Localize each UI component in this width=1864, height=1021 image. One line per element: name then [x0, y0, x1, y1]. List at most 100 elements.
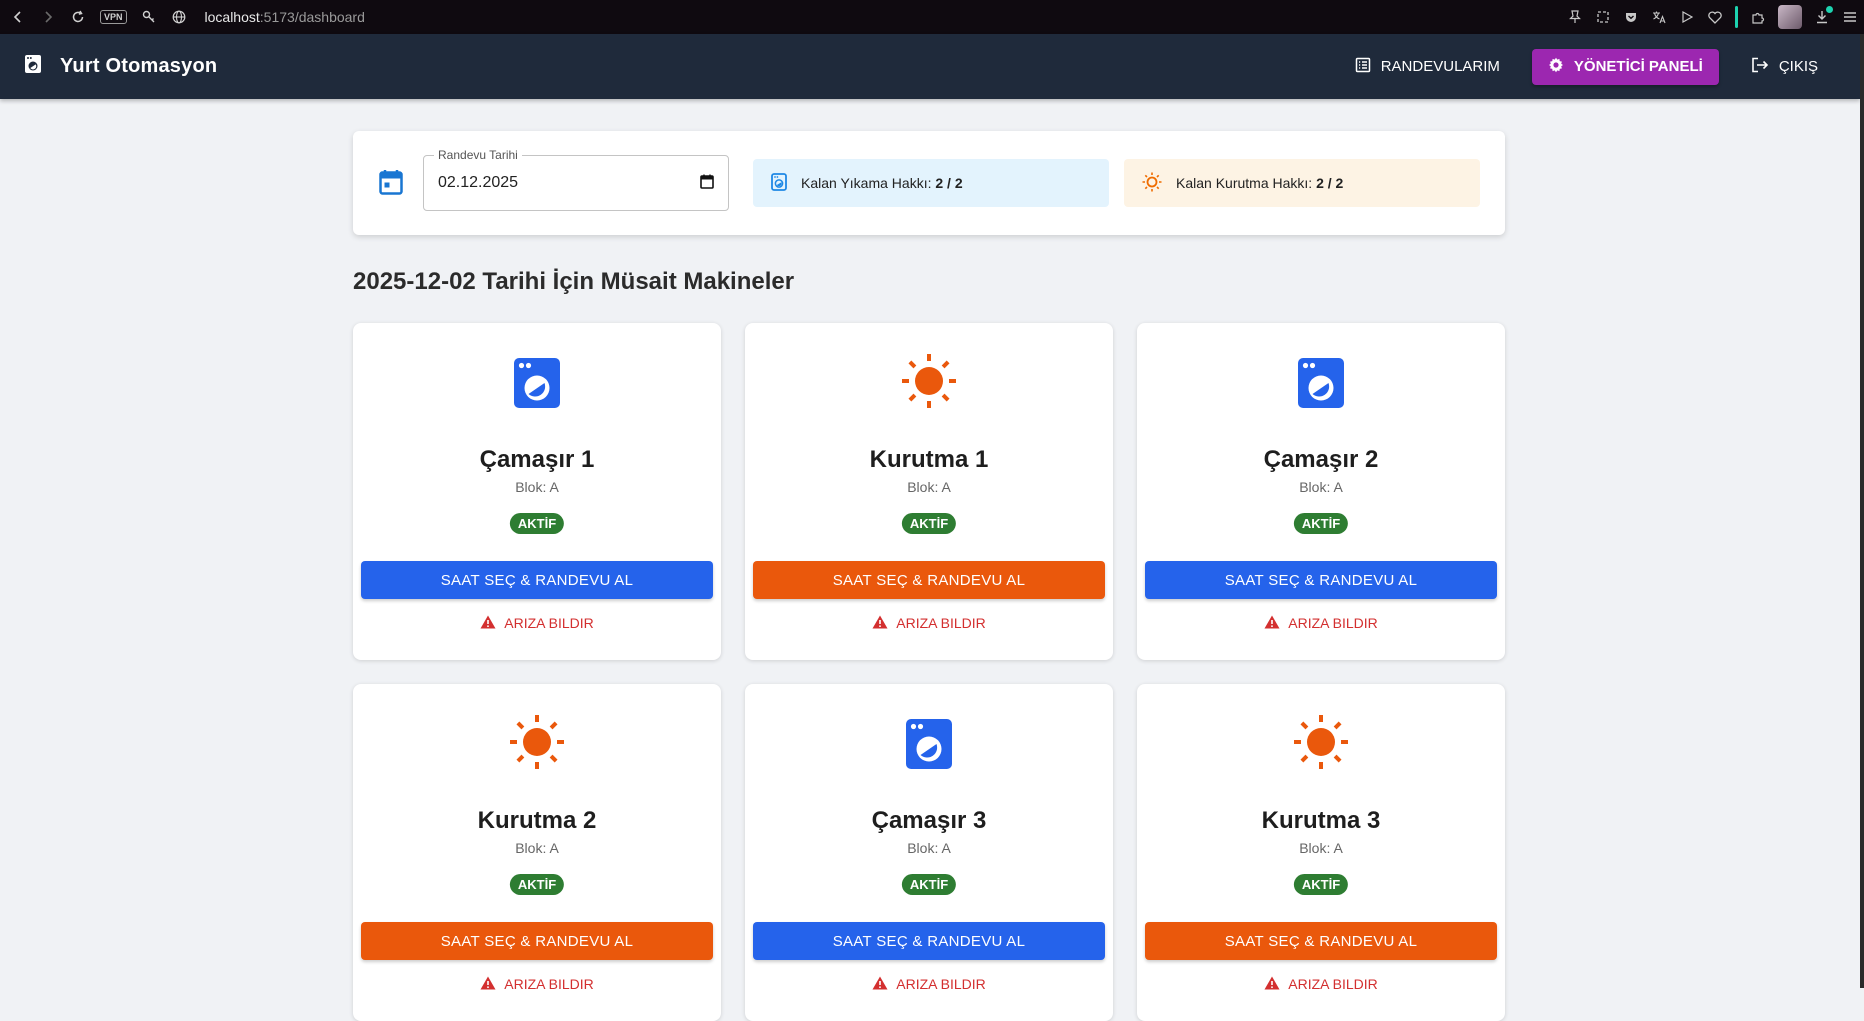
- screenshot-icon[interactable]: [1595, 9, 1611, 25]
- dry-quota: Kalan Kurutma Hakkı: 2 / 2: [1124, 159, 1480, 207]
- profile-avatar[interactable]: [1778, 5, 1802, 29]
- calendar-picker-icon[interactable]: [700, 174, 714, 194]
- brand[interactable]: Yurt Otomasyon: [24, 54, 217, 79]
- warning-icon: [480, 976, 496, 993]
- reload-icon[interactable]: [70, 9, 86, 25]
- globe-icon: [171, 9, 187, 25]
- machine-name: Çamaşır 1: [479, 446, 595, 473]
- book-slot-button[interactable]: SAAT SEÇ & RANDEVU AL: [1145, 561, 1497, 599]
- download-indicator: [1826, 6, 1833, 13]
- machine-icon-slot: [1137, 714, 1505, 778]
- filter-panel: Randevu Tarihi 02.12.2025 Kalan Yıkama H…: [353, 131, 1505, 235]
- machine-card: Çamaşır 1 Blok: A AKTİF SAAT SEÇ & RANDE…: [353, 323, 721, 660]
- machine-name: Çamaşır 3: [871, 807, 987, 834]
- back-icon[interactable]: [10, 9, 26, 25]
- report-fault-button[interactable]: ARIZA BILDIR: [353, 972, 721, 996]
- machine-icon-slot: [745, 353, 1113, 417]
- status-badge: AKTİF: [901, 874, 957, 895]
- machine-name: Kurutma 3: [1261, 807, 1381, 834]
- washing-machine-icon: [771, 172, 787, 194]
- machine-block: Blok: A: [907, 479, 951, 495]
- warning-icon: [480, 615, 496, 632]
- key-icon[interactable]: [141, 9, 157, 25]
- app-bar: Yurt Otomasyon RANDEVULARIM YÖNETİCİ PAN…: [0, 34, 1860, 99]
- admin-panel-label: YÖNETİCİ PANELİ: [1573, 58, 1703, 75]
- book-slot-button[interactable]: SAAT SEÇ & RANDEVU AL: [361, 922, 713, 960]
- report-fault-button[interactable]: ARIZA BILDIR: [745, 972, 1113, 996]
- machine-name: Çamaşır 2: [1263, 446, 1379, 473]
- date-field[interactable]: Randevu Tarihi 02.12.2025: [423, 148, 729, 211]
- book-slot-button[interactable]: SAAT SEÇ & RANDEVU AL: [753, 922, 1105, 960]
- book-slot-button[interactable]: SAAT SEÇ & RANDEVU AL: [753, 561, 1105, 599]
- browser-toolbar: VPN localhost:5173/dashboard: [0, 0, 1864, 34]
- status-badge: AKTİF: [1293, 874, 1349, 895]
- dry-quota-label: Kalan Kurutma Hakkı:: [1176, 175, 1313, 191]
- sun-icon: [1142, 172, 1162, 195]
- appointments-label: RANDEVULARIM: [1380, 58, 1500, 75]
- wash-quota-value: 2 / 2: [935, 175, 963, 191]
- report-fault-label: ARIZA BILDIR: [1288, 615, 1378, 631]
- report-fault-button[interactable]: ARIZA BILDIR: [1137, 972, 1505, 996]
- machine-block: Blok: A: [515, 840, 559, 856]
- wash-quota-text: Kalan Yıkama Hakkı: 2 / 2: [801, 175, 963, 191]
- gear-icon: [1548, 57, 1564, 77]
- section-title: 2025-12-02 Tarihi İçin Müsait Makineler: [353, 268, 795, 295]
- extensions-icon[interactable]: [1750, 9, 1766, 25]
- warning-icon: [1264, 976, 1280, 993]
- address-bar[interactable]: localhost:5173/dashboard: [205, 9, 365, 25]
- appointments-button[interactable]: RANDEVULARIM: [1343, 49, 1512, 85]
- machine-name: Kurutma 2: [477, 807, 597, 834]
- machine-icon-slot: [745, 718, 1113, 782]
- book-slot-button[interactable]: SAAT SEÇ & RANDEVU AL: [1145, 922, 1497, 960]
- report-fault-button[interactable]: ARIZA BILDIR: [1137, 611, 1505, 635]
- washing-machine-icon: [1297, 357, 1345, 421]
- status-badge: AKTİF: [509, 874, 565, 895]
- menu-icon[interactable]: [1842, 9, 1858, 25]
- date-field-label: Randevu Tarihi: [434, 148, 522, 162]
- machine-icon-slot: [1137, 357, 1505, 421]
- report-fault-label: ARIZA BILDIR: [896, 976, 986, 992]
- toolbar-divider: [1735, 6, 1738, 28]
- translate-icon[interactable]: [1651, 9, 1667, 25]
- logout-label: ÇIKIŞ: [1778, 58, 1818, 75]
- sun-icon: [901, 353, 957, 417]
- logout-button[interactable]: ÇIKIŞ: [1739, 49, 1830, 85]
- sun-icon: [1293, 714, 1349, 778]
- dry-quota-text: Kalan Kurutma Hakkı: 2 / 2: [1176, 175, 1343, 191]
- machine-block: Blok: A: [907, 840, 951, 856]
- sun-icon: [509, 714, 565, 778]
- washing-machine-icon: [513, 357, 561, 421]
- report-fault-button[interactable]: ARIZA BILDIR: [353, 611, 721, 635]
- warning-icon: [1264, 615, 1280, 632]
- pin-icon[interactable]: [1567, 9, 1583, 25]
- scrollbar[interactable]: [1860, 34, 1864, 988]
- list-icon: [1355, 57, 1371, 77]
- washing-machine-icon: [24, 54, 42, 79]
- status-badge: AKTİF: [1293, 513, 1349, 534]
- vpn-badge[interactable]: VPN: [100, 10, 127, 24]
- machine-icon-slot: [353, 714, 721, 778]
- warning-icon: [872, 976, 888, 993]
- play-icon[interactable]: [1679, 9, 1695, 25]
- warning-icon: [872, 615, 888, 632]
- machine-block: Blok: A: [1299, 840, 1343, 856]
- wash-quota: Kalan Yıkama Hakkı: 2 / 2: [753, 159, 1109, 207]
- report-fault-button[interactable]: ARIZA BILDIR: [745, 611, 1113, 635]
- washing-machine-icon: [905, 718, 953, 782]
- date-value[interactable]: 02.12.2025: [438, 174, 518, 192]
- machine-block: Blok: A: [515, 479, 559, 495]
- admin-panel-button[interactable]: YÖNETİCİ PANELİ: [1531, 48, 1719, 85]
- machine-grid: Çamaşır 1 Blok: A AKTİF SAAT SEÇ & RANDE…: [353, 323, 1505, 1021]
- url-path: :5173/dashboard: [259, 9, 365, 25]
- heart-icon[interactable]: [1707, 9, 1723, 25]
- logout-icon: [1751, 57, 1769, 77]
- book-slot-button[interactable]: SAAT SEÇ & RANDEVU AL: [361, 561, 713, 599]
- wash-quota-label: Kalan Yıkama Hakkı:: [801, 175, 932, 191]
- forward-icon[interactable]: [40, 9, 56, 25]
- pocket-icon[interactable]: [1623, 9, 1639, 25]
- download-icon[interactable]: [1814, 6, 1833, 25]
- status-badge: AKTİF: [509, 513, 565, 534]
- machine-card: Kurutma 3 Blok: A AKTİF SAAT SEÇ & RANDE…: [1137, 684, 1505, 1021]
- report-fault-label: ARIZA BILDIR: [1288, 976, 1378, 992]
- url-host: localhost: [204, 9, 260, 25]
